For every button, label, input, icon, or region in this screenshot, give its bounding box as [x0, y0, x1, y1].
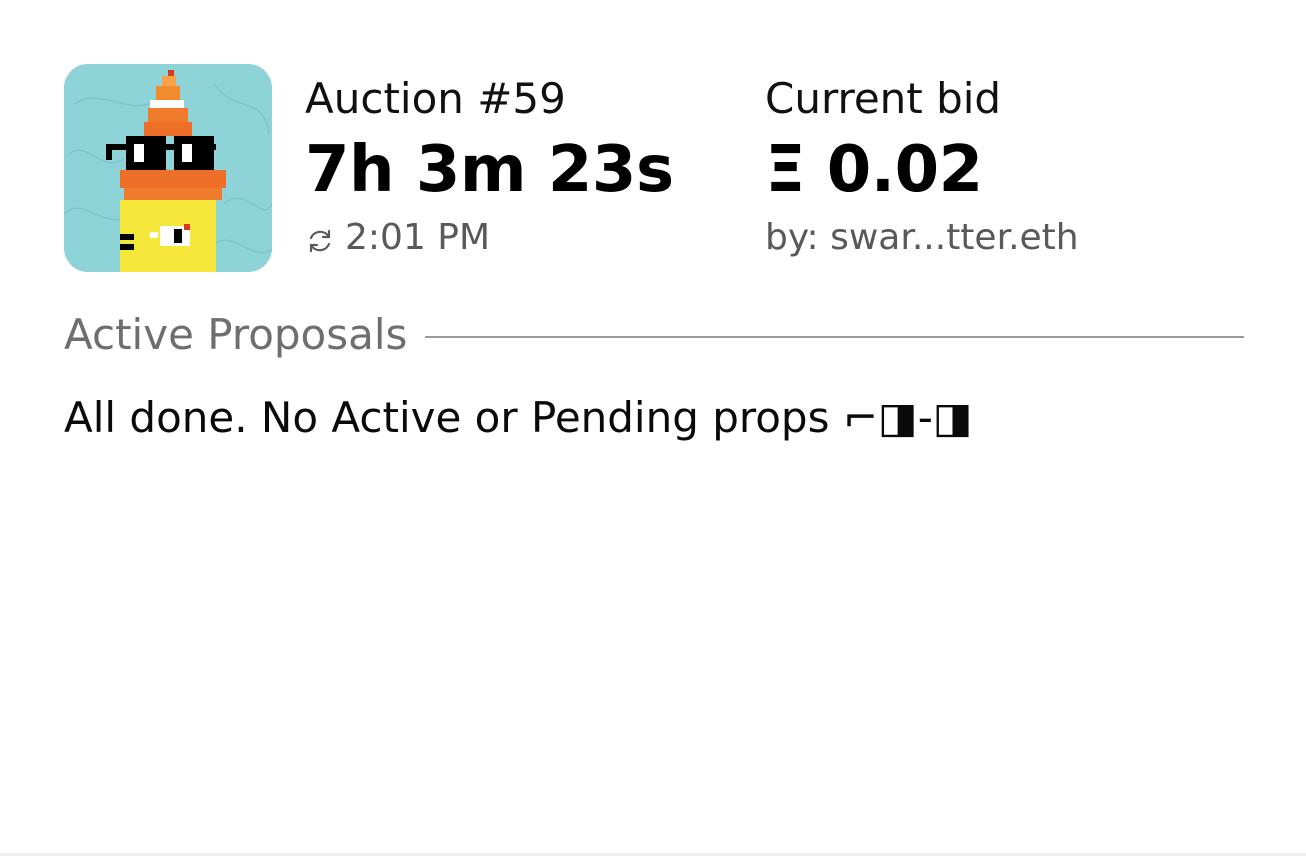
auction-end-time: 2:01 PM [345, 217, 491, 258]
section-title: Active Proposals [64, 310, 408, 359]
noun-auction-widget: Auction #59 7h 3m 23s 2:01 PM Current bi… [0, 0, 1306, 856]
noun-avatar[interactable] [64, 64, 272, 272]
current-bid-title: Current bid [765, 74, 1002, 123]
bid-info: Current bid Ξ 0.02 by: swar...tter.eth [765, 72, 1079, 260]
auction-end-time-row: 2:01 PM [305, 216, 674, 260]
auction-info: Auction #59 7h 3m 23s 2:01 PM [305, 72, 674, 260]
refresh-icon[interactable] [305, 223, 335, 253]
auction-title[interactable]: Auction #59 [305, 72, 674, 126]
bidder-address[interactable]: by: swar...tter.eth [765, 216, 1079, 260]
no-proposals-message: All done. No Active or Pending props ⌐◨-… [64, 393, 973, 442]
section-divider [425, 336, 1244, 338]
auction-countdown: 7h 3m 23s [305, 133, 674, 207]
noun-avatar-image [64, 64, 272, 272]
current-bid-amount: Ξ 0.02 [765, 133, 983, 207]
active-proposals-header: Active Proposals [64, 308, 1244, 362]
